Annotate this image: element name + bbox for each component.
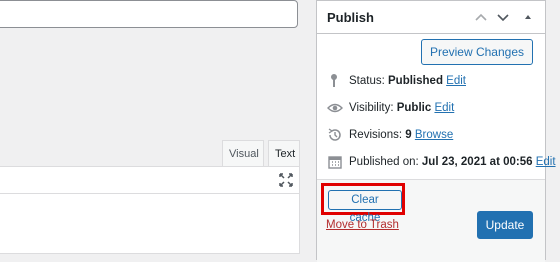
edit-visibility-link[interactable]: Edit (434, 102, 454, 114)
publish-actions: Clear cache Move to Trash Update (317, 179, 545, 262)
edit-date-link[interactable]: Edit (536, 156, 556, 168)
revisions-label: Revisions: (349, 129, 403, 141)
publish-box: Publish Preview Changes Status: Publishe… (316, 0, 556, 262)
preview-changes-button[interactable]: Preview Changes (420, 39, 533, 65)
post-title-input[interactable] (0, 0, 298, 28)
revisions-icon (327, 127, 343, 143)
visibility-label: Visibility: (349, 102, 394, 114)
edit-status-link[interactable]: Edit (446, 75, 466, 87)
tab-text[interactable]: Text (268, 140, 300, 166)
publish-header: Publish (317, 1, 545, 34)
status-value: Published (388, 75, 443, 87)
eye-icon (327, 100, 343, 116)
published-label: Published on: (349, 156, 419, 168)
publish-title: Publish (327, 10, 374, 25)
clear-cache-highlight: Clear cache (321, 183, 405, 224)
browse-revisions-link[interactable]: Browse (415, 129, 453, 141)
toggle-panel-icon[interactable] (520, 8, 536, 26)
pin-icon (327, 73, 343, 89)
fullscreen-icon[interactable] (279, 173, 293, 187)
calendar-icon (327, 154, 343, 170)
move-to-trash-link[interactable]: Move to Trash (326, 219, 399, 231)
editor-textarea[interactable] (0, 194, 300, 254)
update-button[interactable]: Update (477, 211, 533, 239)
move-down-icon[interactable] (495, 8, 511, 26)
published-value: Jul 23, 2021 at 00:56 (421, 156, 533, 168)
editor-toolbar (0, 166, 300, 194)
editor-tabs: Visual Text (0, 140, 300, 166)
move-up-icon[interactable] (473, 8, 489, 26)
clear-cache-button[interactable]: Clear cache (328, 190, 402, 224)
tab-visual[interactable]: Visual (222, 140, 264, 166)
revisions-value: 9 (405, 129, 412, 141)
status-label: Status: (349, 75, 385, 87)
visibility-value: Public (396, 102, 432, 114)
